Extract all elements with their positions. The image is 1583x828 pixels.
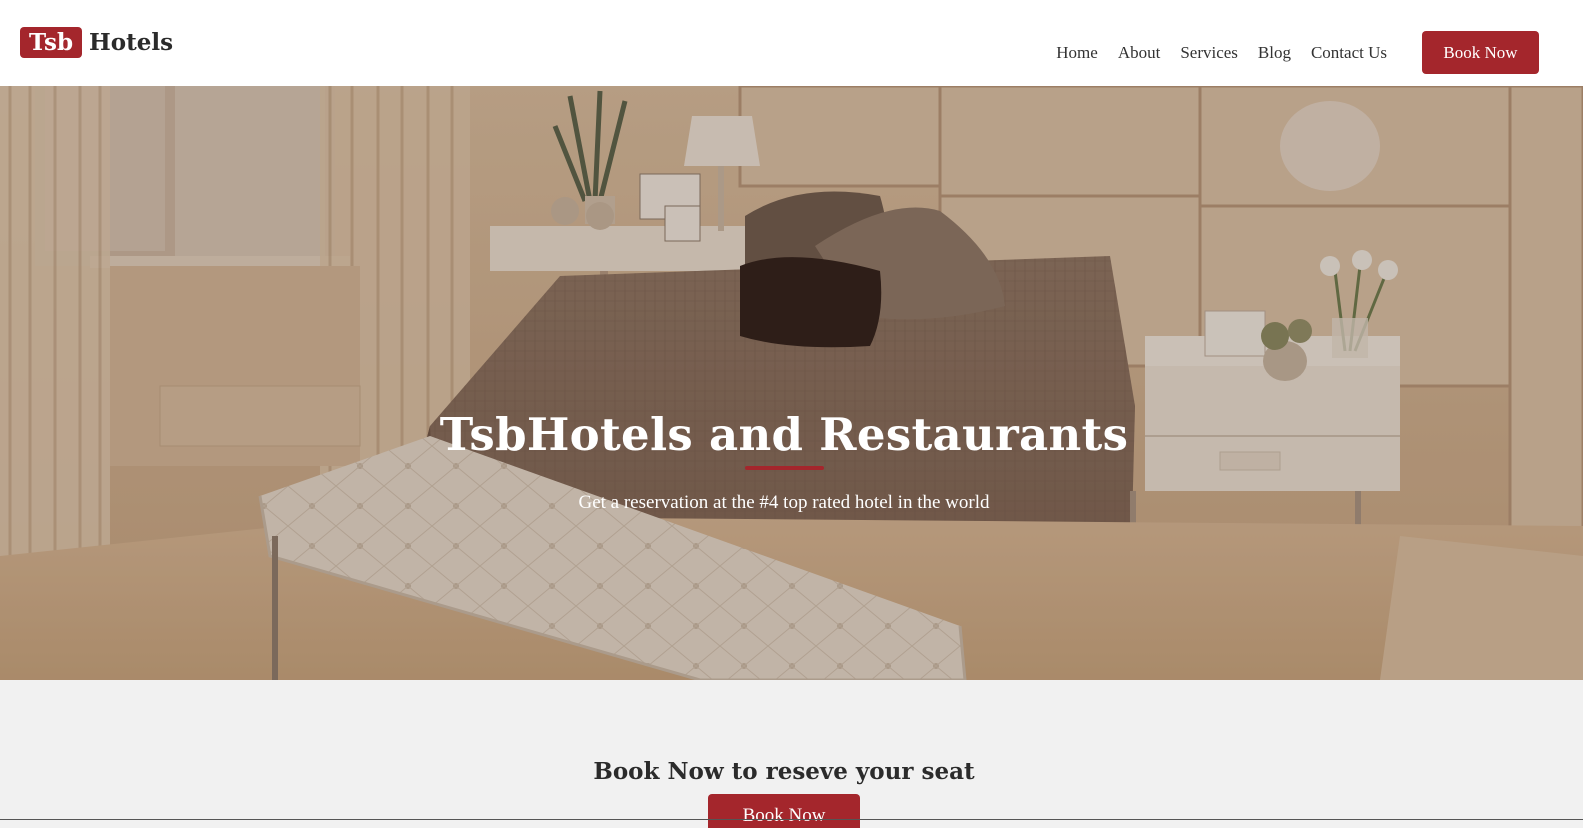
hero-title: TsbHotels and Restaurants <box>439 408 1129 461</box>
nav-item-home[interactable]: Home <box>1056 43 1098 63</box>
cta-title: Book Now to reseve your seat <box>593 758 975 785</box>
booking-cta-section: Book Now to reseve your seat Book Now <box>0 680 1583 828</box>
brand-badge: Tsb <box>20 27 83 58</box>
nav-book-now-button[interactable]: Book Now <box>1422 31 1539 74</box>
cta-book-now-button[interactable]: Book Now <box>708 794 860 828</box>
site-header: Tsb Hotels Home About Services Blog Cont… <box>0 0 1583 86</box>
page-bottom-divider <box>0 819 1583 820</box>
nav-item-contact[interactable]: Contact Us <box>1311 43 1387 63</box>
brand-name: Hotels <box>89 29 174 56</box>
hero-title-underline <box>745 466 824 470</box>
bedroom-photo-icon <box>0 86 1583 680</box>
nav-item-services[interactable]: Services <box>1180 43 1238 63</box>
nav-item-blog[interactable]: Blog <box>1258 43 1291 63</box>
main-nav: Home About Services Blog Contact Us <box>1036 43 1387 63</box>
hero-section: TsbHotels and Restaurants Get a reservat… <box>0 86 1583 680</box>
nav-item-about[interactable]: About <box>1118 43 1161 63</box>
brand-logo[interactable]: Tsb Hotels <box>20 27 173 58</box>
hero-subtitle: Get a reservation at the #4 top rated ho… <box>578 492 990 513</box>
